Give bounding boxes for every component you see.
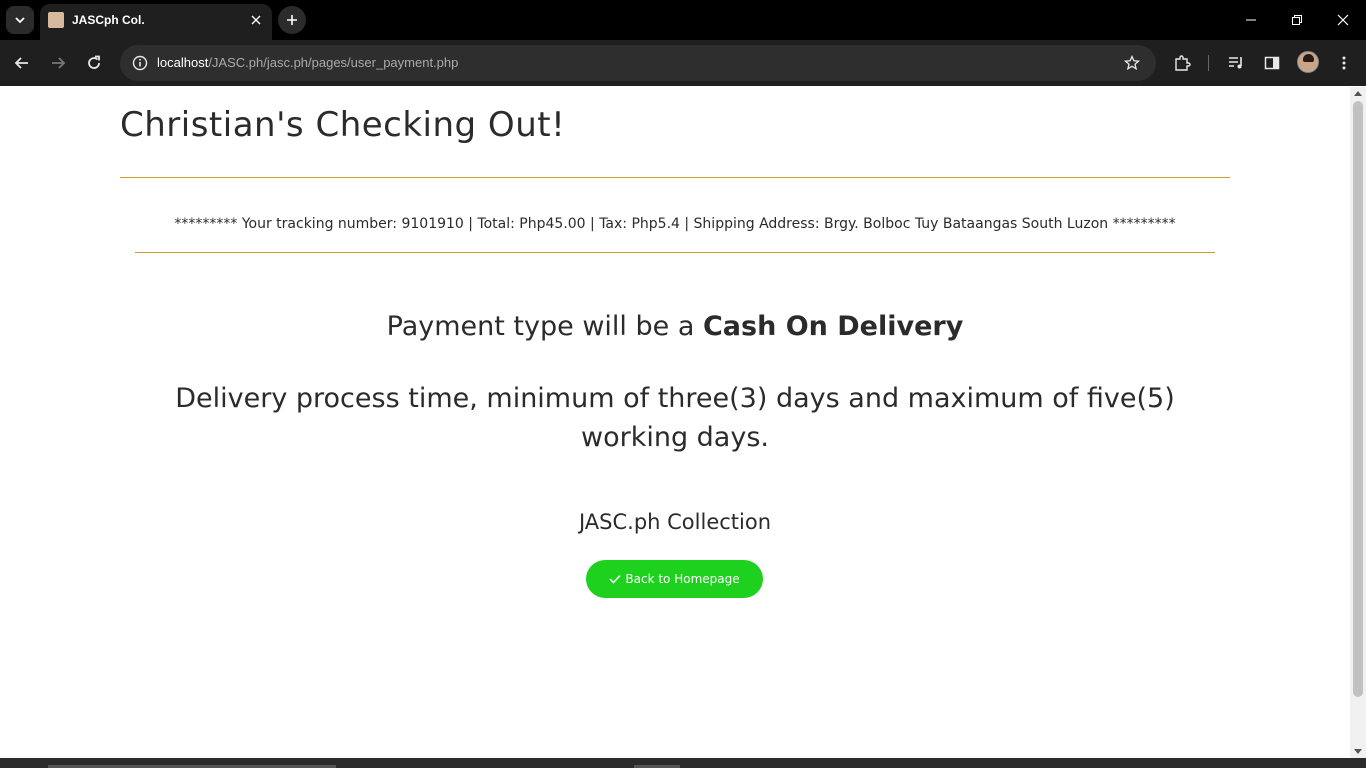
tab-search-button[interactable] — [6, 6, 34, 34]
media-button[interactable] — [1222, 49, 1250, 77]
reload-button[interactable] — [80, 49, 108, 77]
taskbar-edge — [0, 758, 1366, 768]
scroll-up-arrow-icon[interactable] — [1354, 91, 1362, 96]
star-icon — [1124, 55, 1140, 71]
scroll-down-arrow-icon[interactable] — [1354, 749, 1362, 754]
back-to-homepage-button[interactable]: Back to Homepage — [586, 560, 763, 598]
page-viewport: Christian's Checking Out! ********* Your… — [0, 87, 1366, 758]
browser-toolbar: localhost/JASC.ph/jasc.ph/pages/user_pay… — [0, 40, 1366, 86]
divider — [135, 252, 1215, 253]
favicon — [48, 12, 64, 28]
checkmark-icon — [609, 574, 621, 584]
address-bar[interactable]: localhost/JASC.ph/jasc.ph/pages/user_pay… — [120, 45, 1156, 81]
restore-button[interactable] — [1274, 0, 1320, 40]
new-tab-button[interactable] — [278, 6, 306, 34]
payment-type-value: Cash On Delivery — [702, 311, 964, 342]
toolbar-divider — [1208, 55, 1209, 71]
plus-icon — [287, 15, 297, 25]
side-panel-icon — [1264, 56, 1280, 70]
extensions-button[interactable] — [1168, 49, 1196, 77]
back-button[interactable] — [8, 49, 36, 77]
browser-menu-button[interactable] — [1330, 49, 1358, 77]
arrow-left-icon — [14, 57, 28, 69]
url-text[interactable]: localhost/JASC.ph/jasc.ph/pages/user_pay… — [157, 55, 458, 70]
info-icon — [132, 55, 148, 71]
minimize-icon — [1246, 19, 1256, 21]
reload-icon — [88, 55, 100, 69]
order-summary: ********* Your tracking number: 9101910 … — [174, 216, 1176, 232]
minimize-button[interactable] — [1228, 0, 1274, 40]
close-window-button[interactable] — [1320, 0, 1366, 40]
chevron-down-icon — [15, 17, 25, 24]
payment-prefix: Payment type will be a — [386, 311, 703, 342]
puzzle-icon — [1175, 55, 1191, 71]
divider — [120, 177, 1230, 178]
tab-strip: JASCph Col. — [0, 0, 1366, 40]
side-panel-button[interactable] — [1258, 49, 1286, 77]
tab-title: JASCph Col. — [72, 13, 145, 27]
media-queue-icon — [1229, 57, 1242, 69]
back-button-label: Back to Homepage — [625, 572, 740, 586]
url-host: localhost — [157, 55, 209, 70]
url-path: /JASC.ph/jasc.ph/pages/user_payment.php — [208, 55, 459, 70]
kebab-menu-icon — [1342, 56, 1346, 70]
profile-avatar[interactable] — [1297, 51, 1319, 73]
delivery-note: Delivery process time, minimum of three(… — [175, 383, 1175, 453]
close-icon — [1337, 14, 1349, 26]
page-title: Christian's Checking Out! — [120, 105, 566, 145]
scroll-thumb[interactable] — [1353, 101, 1363, 697]
site-info-button[interactable] — [126, 49, 154, 77]
tab-close-button[interactable] — [246, 10, 266, 30]
browser-tab[interactable]: JASCph Col. — [40, 4, 272, 40]
brand-name: JASC.ph Collection — [578, 510, 772, 534]
forward-button[interactable] — [44, 49, 72, 77]
page-scrollbar[interactable] — [1350, 87, 1366, 758]
arrow-right-icon — [52, 57, 66, 69]
bookmark-button[interactable] — [1118, 49, 1146, 77]
payment-type-text: Payment type will be a Cash On Delivery — [0, 311, 1350, 342]
restore-icon — [1292, 15, 1302, 25]
close-icon — [251, 15, 261, 25]
